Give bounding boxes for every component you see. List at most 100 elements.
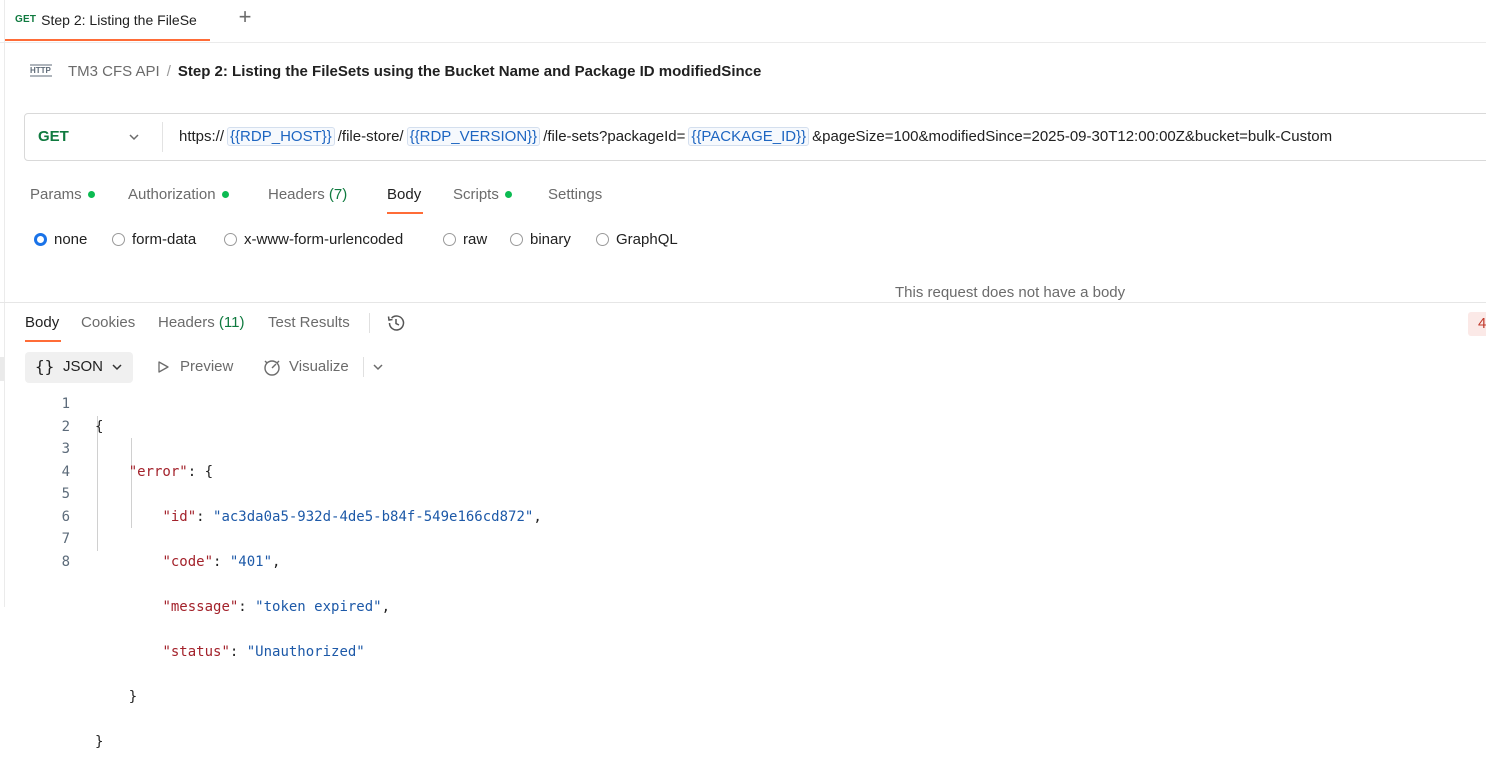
no-body-message: This request does not have a body (895, 284, 1126, 301)
response-body-editor[interactable]: { "error": { "id": "ac3da0a5-932d-4de5-b… (95, 393, 542, 776)
radio-button[interactable] (112, 232, 125, 246)
url-text: &pageSize=100&modifiedSince=2025-09-30T1… (812, 128, 1333, 145)
json-braces-icon: {} (35, 357, 55, 376)
breadcrumb: TM3 CFS API / Step 2: Listing the FileSets… (68, 62, 761, 82)
code-line: { (95, 416, 542, 439)
radio-button[interactable] (224, 232, 237, 246)
visualize-button[interactable]: Visualize (289, 357, 349, 377)
tab-body[interactable]: Body (387, 184, 421, 206)
tab-headers[interactable]: Headers (7) (268, 184, 347, 206)
http-icon: HTTP (30, 64, 52, 77)
breadcrumb-collection[interactable]: TM3 CFS API (68, 63, 160, 80)
line-number: 7 (61, 531, 70, 547)
code-line: "error": { (128, 463, 214, 480)
body-type-form-data-label: form-data (132, 231, 197, 248)
radio-button[interactable] (596, 232, 609, 246)
url-input[interactable]: https://{{RDP_HOST}}/file-store/{{RDP_VE… (179, 126, 1332, 148)
format-label: JSON (63, 358, 104, 375)
tab-authorization[interactable]: Authorization (128, 184, 229, 206)
response-tab-body[interactable]: Body (25, 312, 59, 334)
body-type-urlencoded[interactable]: x-www-form-urlencoded (224, 229, 403, 251)
sidebar-edge-marker (0, 357, 4, 381)
json-brace: } (128, 688, 138, 705)
url-text: /file-sets?packageId= (543, 128, 686, 145)
status-dot (221, 190, 229, 198)
active-tab-indicator (387, 212, 423, 214)
body-type-raw[interactable]: raw (443, 229, 487, 251)
url-text: https:// (179, 128, 225, 145)
json-comma: , (272, 553, 281, 570)
toolbar-divider (363, 357, 364, 377)
tab-scripts-label: Scripts (453, 186, 499, 203)
line-number-gutter: 1 2 3 4 5 6 7 8 (40, 393, 70, 573)
tab-scripts[interactable]: Scripts (453, 184, 512, 206)
request-tab-bar (0, 0, 1486, 43)
json-brace: { (95, 418, 104, 435)
body-type-none[interactable]: none (34, 229, 87, 251)
url-text: /file-store/ (337, 128, 404, 145)
body-type-urlencoded-label: x-www-form-urlencoded (244, 231, 404, 248)
json-value: "ac3da0a5-932d-4de5-b84f-549e166cd872" (213, 508, 534, 525)
json-value: "Unauthorized" (246, 643, 365, 660)
radio-selected[interactable] (34, 232, 47, 246)
visualize-icon[interactable] (262, 357, 282, 377)
tab-settings[interactable]: Settings (548, 184, 602, 206)
tab-title-label: Step 2: Listing the FileSe (41, 11, 197, 28)
play-icon[interactable] (156, 360, 170, 374)
tab-params-label: Params (30, 186, 82, 203)
body-type-graphql[interactable]: GraphQL (596, 229, 678, 251)
breadcrumb-separator: / (166, 63, 171, 80)
tab-headers-label: Headers (268, 186, 325, 203)
status-dot (504, 190, 512, 198)
line-number: 4 (61, 463, 70, 480)
tab-authorization-label: Authorization (128, 186, 216, 203)
url-variable[interactable]: {{RDP_HOST}} (227, 127, 335, 146)
json-value: "401" (229, 553, 273, 570)
url-divider (162, 122, 163, 152)
line-number: 5 (61, 486, 70, 502)
response-tab-divider (369, 313, 370, 333)
svg-text:HTTP: HTTP (30, 66, 52, 75)
radio-button[interactable] (443, 232, 456, 246)
active-tab-indicator (25, 340, 61, 342)
url-variable[interactable]: {{RDP_VERSION}} (406, 127, 541, 146)
line-number: 1 (61, 396, 70, 412)
url-variable[interactable]: {{PACKAGE_ID}} (688, 127, 810, 146)
request-title[interactable]: Step 2: Listing the FileSets using the B… (178, 63, 761, 80)
code-line: } (95, 731, 542, 754)
chevron-down-icon[interactable] (371, 360, 385, 374)
radio-button[interactable] (510, 232, 523, 246)
tab-params[interactable]: Params (30, 184, 95, 206)
body-type-binary[interactable]: binary (510, 229, 571, 251)
body-type-graphql-label: GraphQL (616, 231, 678, 248)
headers-count-badge: (7) (328, 186, 348, 203)
json-key: "id" (162, 508, 197, 525)
method-select[interactable]: GET (38, 126, 69, 148)
line-number: 3 (61, 441, 70, 457)
chevron-down-icon[interactable] (126, 129, 142, 145)
body-type-form-data[interactable]: form-data (112, 229, 196, 251)
json-key: "error" (128, 463, 188, 480)
body-type-none-label: none (54, 231, 88, 248)
response-tab-test-results[interactable]: Test Results (268, 312, 350, 334)
tab-method-label: GET (15, 14, 37, 25)
history-icon[interactable] (385, 312, 407, 334)
body-type-binary-label: binary (530, 231, 571, 248)
code-line: "status": "Unauthorized" (162, 643, 365, 660)
code-line: "id": "ac3da0a5-932d-4de5-b84f-549e166cd… (162, 508, 542, 525)
request-tab-active[interactable]: GET Step 2: Listing the FileSe (5, 0, 210, 41)
new-tab-button[interactable]: + (230, 4, 260, 30)
json-key: "code" (162, 553, 214, 570)
line-number: 6 (61, 508, 70, 525)
status-badge[interactable]: 4 (1468, 312, 1486, 336)
response-headers-count: (11) (218, 314, 245, 331)
json-brace: { (204, 463, 214, 480)
line-number: 8 (61, 553, 70, 570)
json-key: "status" (162, 643, 230, 660)
response-tab-headers[interactable]: Headers (11) (158, 312, 244, 334)
preview-button[interactable]: Preview (180, 357, 233, 377)
line-number: 2 (61, 418, 70, 435)
response-divider[interactable] (0, 302, 1486, 303)
response-tab-cookies[interactable]: Cookies (81, 312, 135, 334)
body-type-raw-label: raw (463, 231, 488, 248)
